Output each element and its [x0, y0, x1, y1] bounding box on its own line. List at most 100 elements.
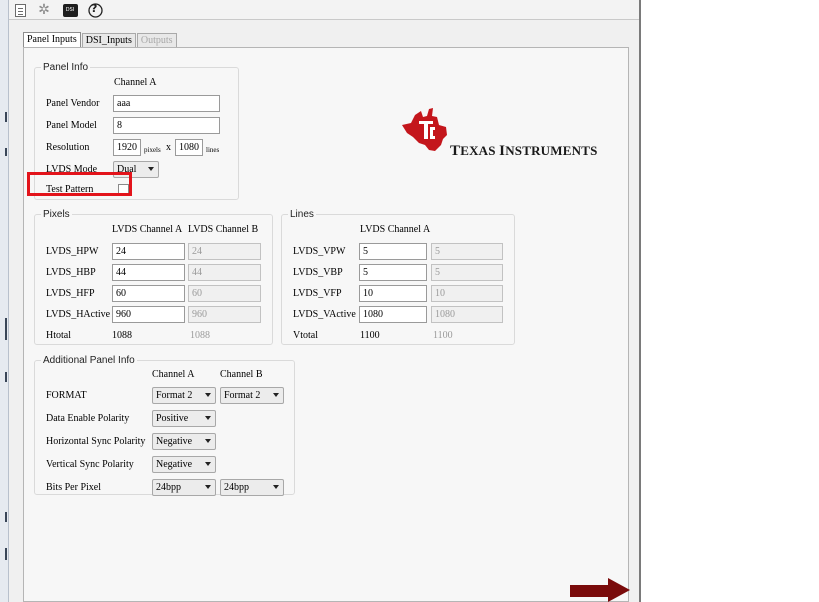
lvds-vactive-label: LVDS_VActive	[293, 309, 356, 320]
edge-mark	[5, 548, 7, 560]
bits-per-pixel-label: Bits Per Pixel	[46, 482, 102, 493]
resolution-width-input[interactable]: 1920	[113, 139, 141, 156]
lvds-hactive-label: LVDS_HActive	[46, 309, 111, 320]
lvds-vbp-b-input: 5	[431, 264, 503, 281]
panel-vendor-input[interactable]: aaa	[113, 95, 220, 112]
lvds-hfp-a-input[interactable]: 60	[112, 285, 185, 302]
gear-icon[interactable]: ✲	[36, 2, 52, 18]
lvds-hactive-b-input: 960	[188, 306, 261, 323]
vtotal-label: Vtotal	[293, 330, 318, 341]
lvds-hactive-a-input[interactable]: 960	[112, 306, 185, 323]
chevron-down-icon	[205, 439, 211, 443]
app-window: ✲ DSI ? Panel Inputs DSI_Inputs Outputs …	[9, 0, 641, 602]
bits-per-pixel-b-value: 24bpp	[224, 482, 249, 493]
texas-instruments-logo: TEXAS INSTRUMENTS	[399, 103, 597, 161]
help-icon[interactable]: ?	[87, 2, 103, 18]
edge-mark	[5, 148, 7, 156]
pixels-title: Pixels	[41, 209, 72, 220]
document-icon[interactable]	[12, 2, 28, 18]
lvds-hpw-label: LVDS_HPW	[46, 246, 99, 257]
htotal-label: Htotal	[46, 330, 71, 341]
vertical-sync-polarity-label: Vertical Sync Polarity	[46, 459, 134, 470]
lines-col-a-header: LVDS Channel A	[360, 224, 431, 235]
lvds-hbp-label: LVDS_HBP	[46, 267, 96, 278]
edge-mark	[5, 112, 7, 122]
tab-outputs: Outputs	[136, 33, 177, 48]
lines-title: Lines	[288, 209, 316, 220]
lvds-vfp-a-input[interactable]: 10	[359, 285, 427, 302]
resolution-height-input[interactable]: 1080	[175, 139, 203, 156]
additional-col-a-header: Channel A	[152, 369, 195, 380]
lvds-hfp-b-input: 60	[188, 285, 261, 302]
lvds-hbp-b-input: 44	[188, 264, 261, 281]
tab-dsi-inputs[interactable]: DSI_Inputs	[81, 33, 136, 48]
additional-panel-info-title: Additional Panel Info	[41, 355, 137, 366]
panel-vendor-label: Panel Vendor	[46, 98, 100, 109]
next-arrow-icon[interactable]	[568, 577, 638, 602]
format-b-value: Format 2	[224, 390, 261, 401]
panel-model-label: Panel Model	[46, 120, 97, 131]
lvds-vpw-label: LVDS_VPW	[293, 246, 346, 257]
ti-logo-icon	[402, 108, 447, 151]
htotal-b-value: 1088	[190, 330, 210, 341]
htotal-a-value: 1088	[112, 330, 132, 341]
vertical-sync-polarity-value: Negative	[156, 459, 193, 470]
additional-panel-info-group: Additional Panel Info Channel A Channel …	[34, 355, 295, 496]
chevron-down-icon	[273, 393, 279, 397]
data-enable-polarity-label: Data Enable Polarity	[46, 413, 130, 424]
lvds-vbp-a-input[interactable]: 5	[359, 264, 427, 281]
pixels-col-a-header: LVDS Channel A	[112, 224, 183, 235]
highlight-box	[27, 172, 132, 196]
bits-per-pixel-a-dropdown[interactable]: 24bpp	[152, 479, 216, 496]
lvds-hpw-a-input[interactable]: 24	[112, 243, 185, 260]
lines-group: Lines LVDS Channel A LVDS_VPW 5 5 LVDS_V…	[281, 209, 515, 345]
vtotal-a-value: 1100	[360, 330, 380, 341]
lvds-vactive-b-input: 1080	[431, 306, 503, 323]
chevron-down-icon	[205, 416, 211, 420]
panel-inputs-content: Panel Info Channel A Panel Vendor aaa Pa…	[23, 47, 629, 602]
lvds-hpw-b-input: 24	[188, 243, 261, 260]
data-enable-polarity-value: Positive	[156, 413, 189, 424]
horizontal-sync-polarity-value: Negative	[156, 436, 193, 447]
lvds-vfp-label: LVDS_VFP	[293, 288, 342, 299]
lvds-hfp-label: LVDS_HFP	[46, 288, 95, 299]
lines-unit-label: lines	[206, 146, 220, 154]
dsi-chip-icon[interactable]: DSI	[62, 2, 78, 18]
panel-info-title: Panel Info	[41, 62, 91, 73]
lvds-vactive-a-input[interactable]: 1080	[359, 306, 427, 323]
tab-bar: Panel Inputs DSI_Inputs Outputs	[23, 32, 178, 49]
horizontal-sync-polarity-label: Horizontal Sync Polarity	[46, 436, 146, 447]
horizontal-sync-polarity-dropdown[interactable]: Negative	[152, 433, 216, 450]
lvds-vbp-label: LVDS_VBP	[293, 267, 343, 278]
chevron-down-icon	[148, 167, 154, 171]
chevron-down-icon	[205, 462, 211, 466]
vtotal-b-value: 1100	[433, 330, 453, 341]
channel-a-header: Channel A	[114, 77, 157, 88]
panel-model-input[interactable]: 8	[113, 117, 220, 134]
lvds-vfp-b-input: 10	[431, 285, 503, 302]
vertical-sync-polarity-dropdown[interactable]: Negative	[152, 456, 216, 473]
edge-mark	[5, 318, 7, 340]
data-enable-polarity-dropdown[interactable]: Positive	[152, 410, 216, 427]
left-window-edge	[0, 0, 9, 602]
pixels-col-b-header: LVDS Channel B	[188, 224, 259, 235]
chevron-down-icon	[205, 393, 211, 397]
edge-mark	[5, 372, 7, 382]
format-b-dropdown[interactable]: Format 2	[220, 387, 284, 404]
lvds-hbp-a-input[interactable]: 44	[112, 264, 185, 281]
format-label: FORMAT	[46, 390, 87, 401]
ti-logo-text: TEXAS INSTRUMENTS	[450, 143, 598, 159]
resolution-x-separator: x	[166, 142, 171, 153]
additional-col-b-header: Channel B	[220, 369, 263, 380]
edge-mark	[5, 512, 7, 522]
lvds-vpw-b-input: 5	[431, 243, 503, 260]
bits-per-pixel-a-value: 24bpp	[156, 482, 181, 493]
lvds-vpw-a-input[interactable]: 5	[359, 243, 427, 260]
format-a-dropdown[interactable]: Format 2	[152, 387, 216, 404]
pixels-unit-label: pixels	[144, 146, 161, 154]
pixels-group: Pixels LVDS Channel A LVDS Channel B LVD…	[34, 209, 273, 345]
chevron-down-icon	[205, 485, 211, 489]
format-a-value: Format 2	[156, 390, 193, 401]
bits-per-pixel-b-dropdown[interactable]: 24bpp	[220, 479, 284, 496]
toolbar: ✲ DSI ?	[9, 0, 639, 20]
